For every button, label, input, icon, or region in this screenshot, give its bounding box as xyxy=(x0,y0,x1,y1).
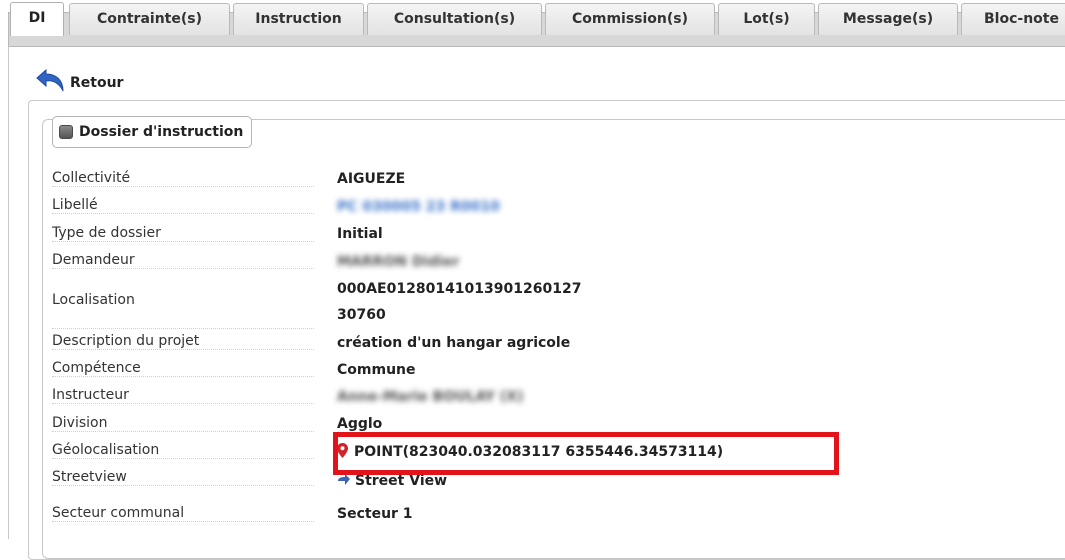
value-description: création d'un hangar agricole xyxy=(337,335,571,351)
value-instructeur: Anne-Marie BOULAY (X) xyxy=(337,389,524,405)
tab-lots[interactable]: Lot(s) xyxy=(718,3,815,35)
tab-commissions[interactable]: Commission(s) xyxy=(545,3,715,35)
value-secteur-communal: Secteur 1 xyxy=(337,506,413,522)
value-type-dossier: Initial xyxy=(337,226,383,242)
label-description: Description du projet xyxy=(52,333,314,350)
back-arrow-icon xyxy=(36,68,66,94)
geolocalisation-highlight-box xyxy=(333,432,839,475)
value-localisation-line1: 000AE0128014101390126012​7 xyxy=(337,281,582,297)
label-geolocalisation: Géolocalisation xyxy=(52,442,314,459)
tab-di[interactable]: DI xyxy=(10,2,64,36)
dossier-legend[interactable]: Dossier d'instruction xyxy=(52,116,253,148)
value-libelle[interactable]: PC 030005 23 R0010 xyxy=(337,199,500,215)
arrow-right-icon xyxy=(337,474,351,490)
value-division: Agglo xyxy=(337,416,383,432)
streetview-link-label[interactable]: Street View xyxy=(355,473,447,489)
retour-label[interactable]: Retour xyxy=(70,75,123,91)
tab-contraintes[interactable]: Contrainte(s) xyxy=(69,3,230,35)
content-left-border xyxy=(8,46,9,539)
label-localisation: Localisation xyxy=(52,278,314,329)
value-demandeur: MARRON Didier xyxy=(337,254,460,270)
streetview-link[interactable]: Street View xyxy=(337,473,447,490)
label-instructeur: Instructeur xyxy=(52,387,314,404)
value-collectivite: AIGUEZE xyxy=(337,171,406,187)
label-competence: Compétence xyxy=(52,360,314,377)
tab-instruction[interactable]: Instruction xyxy=(233,3,364,35)
retour-link[interactable]: Retour xyxy=(36,66,123,96)
tab-baseline xyxy=(8,46,1065,47)
label-collectivite: Collectivité xyxy=(52,170,314,187)
dossier-legend-title: Dossier d'instruction xyxy=(79,124,244,140)
label-libelle: Libellé xyxy=(52,197,314,214)
label-demandeur: Demandeur xyxy=(52,252,314,269)
value-localisation-line2: 30760 xyxy=(337,307,386,323)
tab-bloc-note[interactable]: Bloc-note xyxy=(961,3,1065,35)
tab-consultations[interactable]: Consultation(s) xyxy=(367,3,542,35)
value-competence: Commune xyxy=(337,362,416,378)
label-secteur-communal: Secteur communal xyxy=(52,505,314,522)
label-division: Division xyxy=(52,415,314,432)
label-streetview: Streetview xyxy=(52,469,314,486)
label-type-dossier: Type de dossier xyxy=(52,225,314,242)
collapse-square-icon xyxy=(59,125,73,139)
tab-messages[interactable]: Message(s) xyxy=(818,3,958,35)
